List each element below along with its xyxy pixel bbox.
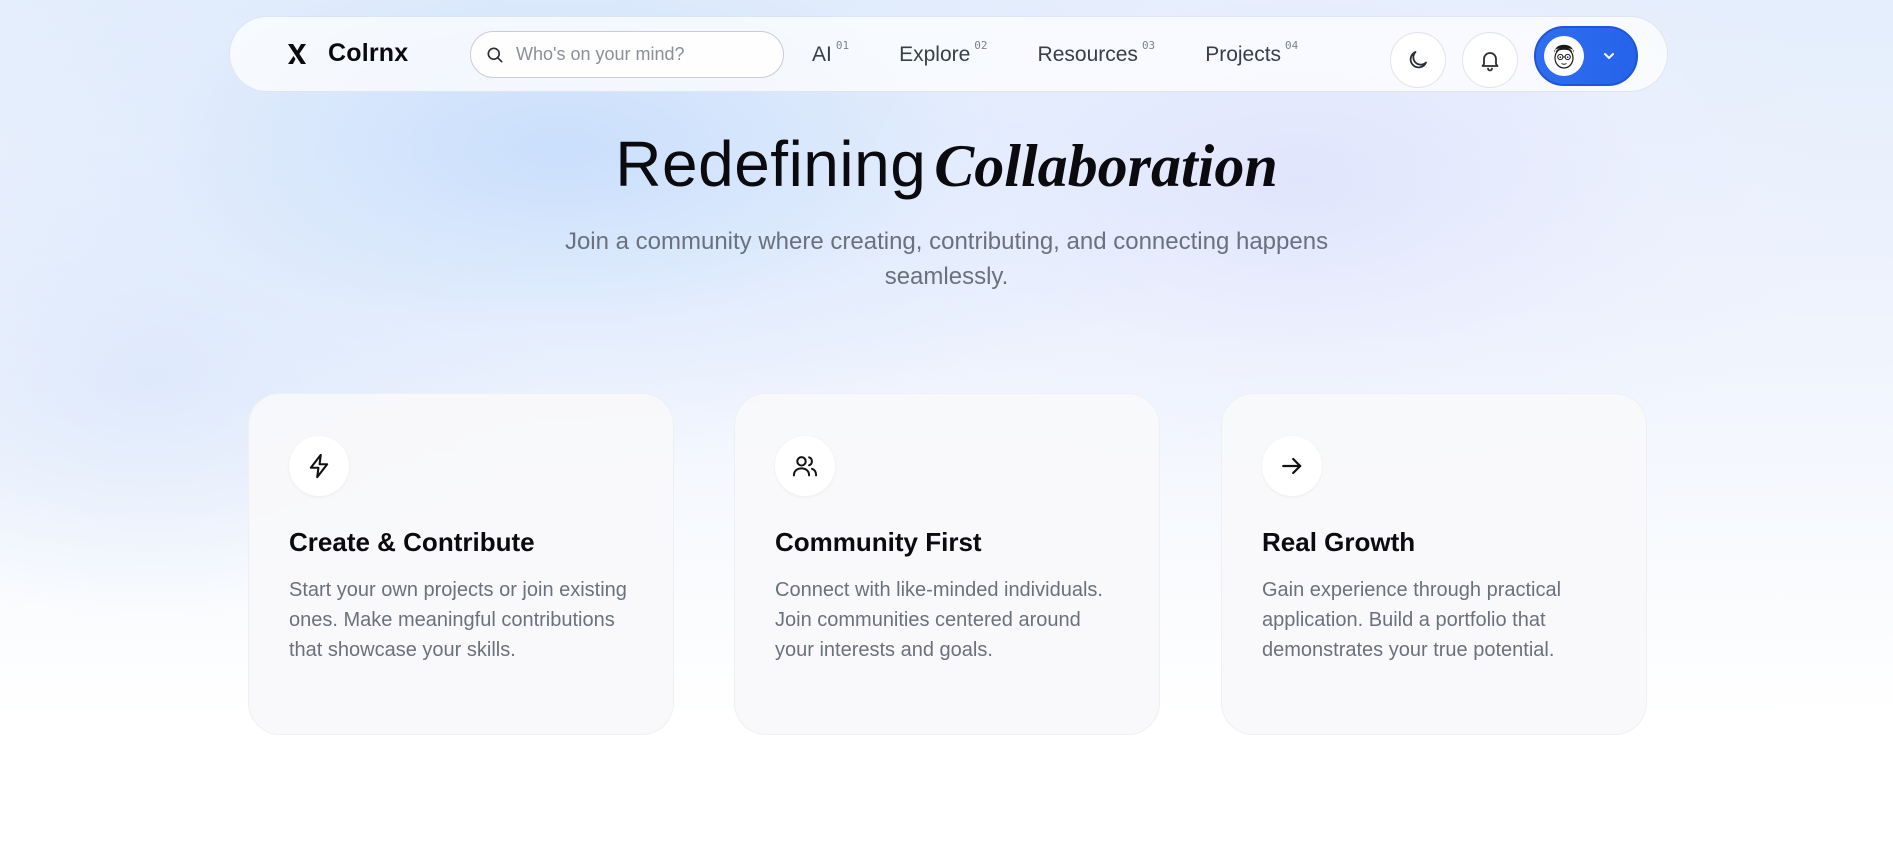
feature-card: Create & Contribute Start your own proje… xyxy=(248,393,674,735)
chevron-down-icon xyxy=(1604,53,1614,59)
search-icon xyxy=(487,47,503,63)
menu-item-index: 03 xyxy=(1141,39,1156,52)
menu-item-label: Resources xyxy=(1037,43,1138,66)
bell-icon xyxy=(1481,52,1499,72)
menu-item-label: Explore xyxy=(899,43,971,66)
main-menu: AI 01 Explore 02 Resources 03 Projects 0… xyxy=(812,39,1298,69)
menu-item-index: 01 xyxy=(835,39,850,52)
avatar-face-icon xyxy=(1554,44,1574,69)
menu-item-index: 02 xyxy=(974,39,988,52)
lightning-icon xyxy=(309,453,329,479)
feature-card: Real Growth Gain experience through prac… xyxy=(1221,393,1647,735)
hero-title: Redefining Collaboration xyxy=(0,126,1893,204)
logo-mark-icon xyxy=(288,43,306,64)
menu-item-explore[interactable]: Explore 02 xyxy=(899,39,987,69)
feature-icon-wrapper xyxy=(775,436,835,496)
feature-icon-wrapper xyxy=(289,436,349,496)
arrow-right-icon xyxy=(1282,457,1302,475)
top-navbar: Colrnx AI 01 Explore 02 Resources 03 Pro… xyxy=(229,16,1668,92)
feature-card: Community First Connect with like-minded… xyxy=(734,393,1160,735)
moon-icon xyxy=(1409,51,1427,69)
feature-description: Connect with like-minded individuals. Jo… xyxy=(775,579,1103,661)
hero-title-accent: Collaboration xyxy=(934,133,1278,199)
brand-logo[interactable]: Colrnx xyxy=(284,39,408,68)
profile-menu-button[interactable] xyxy=(1534,26,1638,86)
menu-item-projects[interactable]: Projects 04 xyxy=(1205,39,1298,69)
menu-item-ai[interactable]: AI 01 xyxy=(812,39,849,69)
feature-icon-wrapper xyxy=(1262,436,1322,496)
brand-name: Colrnx xyxy=(328,39,409,67)
search-input[interactable] xyxy=(516,44,766,65)
feature-title: Create & Contribute xyxy=(289,527,535,557)
menu-item-resources[interactable]: Resources 03 xyxy=(1038,39,1156,69)
feature-description: Gain experience through practical applic… xyxy=(1262,579,1562,661)
feature-description: Start your own projects or join existing… xyxy=(289,579,627,661)
feature-title: Community First xyxy=(775,527,982,557)
feature-title: Real Growth xyxy=(1262,527,1416,557)
menu-item-label: AI xyxy=(812,43,832,66)
menu-item-label: Projects xyxy=(1205,43,1282,66)
search-box[interactable] xyxy=(470,31,784,78)
theme-toggle-button[interactable] xyxy=(1390,32,1446,88)
menu-item-index: 04 xyxy=(1285,39,1299,52)
avatar xyxy=(1544,36,1584,76)
notifications-button[interactable] xyxy=(1462,32,1518,88)
hero-subtitle: Join a community where creating, contrib… xyxy=(564,228,1329,290)
hero-title-main: Redefining xyxy=(615,128,927,200)
users-icon xyxy=(792,456,818,477)
